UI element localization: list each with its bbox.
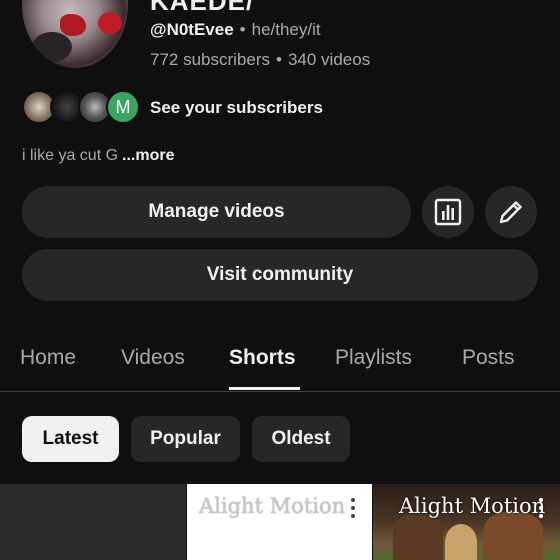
tab-shorts[interactable]: Shorts <box>229 346 296 370</box>
more-vert-icon[interactable] <box>538 498 544 518</box>
tab-videos[interactable]: Videos <box>121 346 185 370</box>
watermark-text: Alight Motion <box>399 494 546 518</box>
analytics-button[interactable] <box>422 186 474 238</box>
subscriber-count: 772 subscribers <box>150 50 271 69</box>
channel-stats: 772 subscribers • 340 videos <box>150 50 370 70</box>
short-thumbnail[interactable]: Alight Motion <box>187 484 372 560</box>
active-tab-indicator <box>229 387 300 390</box>
thumbnail-art <box>393 514 443 560</box>
tab-posts[interactable]: Posts <box>462 346 515 370</box>
chip-popular[interactable]: Popular <box>131 416 240 462</box>
short-thumbnail[interactable] <box>0 484 186 560</box>
thumbnail-art <box>445 524 477 560</box>
thumbnail-art <box>483 512 543 560</box>
avatar-art <box>98 12 122 34</box>
visit-community-button[interactable]: Visit community <box>22 249 538 301</box>
channel-pronouns: he/they/it <box>251 20 321 39</box>
separator-dot: • <box>276 50 282 69</box>
more-link[interactable]: ...more <box>122 147 174 164</box>
avatar-art <box>60 14 86 36</box>
pencil-icon <box>499 201 522 224</box>
channel-handle: @N0tEvee <box>150 20 234 39</box>
channel-avatar[interactable] <box>22 0 128 68</box>
edit-channel-button[interactable] <box>485 186 537 238</box>
manage-videos-button[interactable]: Manage videos <box>22 186 411 238</box>
description-text: i like ya cut G <box>22 147 119 164</box>
tabs-divider <box>0 391 560 392</box>
more-vert-icon[interactable] <box>350 498 356 518</box>
handle-line: @N0tEvee • he/they/it <box>150 20 321 40</box>
video-count: 340 videos <box>287 50 371 69</box>
channel-name: KAEDE/ <box>150 0 255 16</box>
see-subscribers-link[interactable]: See your subscribers <box>150 98 323 118</box>
subscriber-avatars[interactable]: M <box>22 90 142 126</box>
subscriber-avatar: M <box>106 90 140 124</box>
chip-oldest[interactable]: Oldest <box>252 416 350 462</box>
tab-home[interactable]: Home <box>20 346 76 370</box>
short-thumbnail[interactable]: Alight Motion <box>373 484 560 560</box>
chip-latest[interactable]: Latest <box>22 416 119 462</box>
channel-tabs: Home Videos Shorts Playlists Posts <box>0 332 560 392</box>
channel-description[interactable]: i like ya cut G ...more <box>22 147 175 165</box>
avatar-art <box>32 32 72 62</box>
separator-dot: • <box>239 20 246 39</box>
analytics-icon <box>434 198 462 226</box>
tab-playlists[interactable]: Playlists <box>335 346 412 370</box>
watermark-text: Alight Motion <box>199 494 346 518</box>
